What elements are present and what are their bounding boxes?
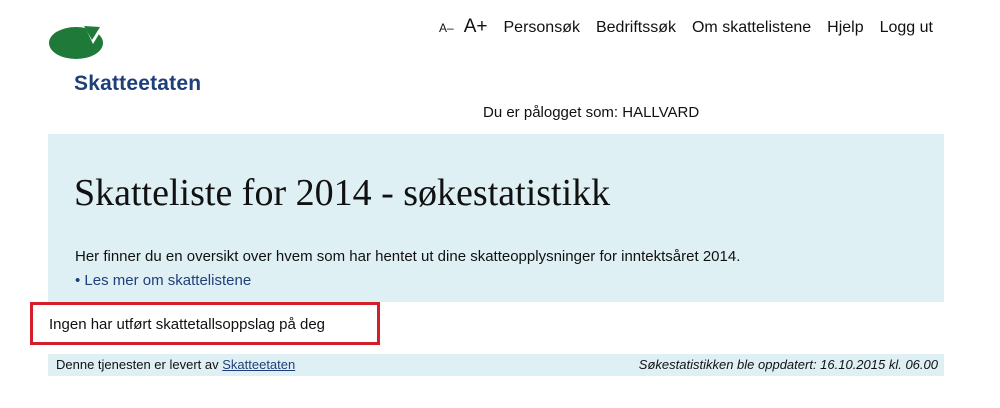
- nav-hjelp[interactable]: Hjelp: [827, 19, 863, 37]
- footer-provided-by: Denne tjenesten er levert av Skatteetate…: [56, 357, 295, 372]
- increase-font-size-button[interactable]: A+: [464, 16, 488, 38]
- nav-personsok[interactable]: Personsøk: [504, 19, 580, 37]
- bullet-icon: •: [75, 272, 85, 289]
- page-title: Skatteliste for 2014 - søkestatistikk: [74, 172, 611, 214]
- skatteetaten-logo[interactable]: Skatteetaten: [48, 20, 202, 100]
- decrease-font-size-button[interactable]: A–: [439, 21, 454, 35]
- footer-provider-link[interactable]: Skatteetaten: [222, 357, 295, 372]
- result-message: Ingen har utført skattetallsoppslag på d…: [49, 316, 326, 333]
- logo-text: Skatteetaten: [74, 72, 202, 95]
- nav-om-skattelistene[interactable]: Om skattelistene: [692, 19, 811, 37]
- hero-panel: Skatteliste for 2014 - søkestatistikk He…: [48, 134, 944, 302]
- footer-updated: Søkestatistikken ble oppdatert: 16.10.20…: [638, 357, 938, 372]
- footer: Denne tjenesten er levert av Skatteetate…: [48, 354, 944, 376]
- intro-text: Her finner du en oversikt over hvem som …: [75, 248, 741, 265]
- read-more-link[interactable]: • Les mer om skattelistene: [75, 272, 251, 289]
- read-more-label: Les mer om skattelistene: [84, 272, 252, 289]
- nav-bedriftssok[interactable]: Bedriftssøk: [596, 19, 676, 37]
- logo-leaf-icon: [49, 22, 105, 59]
- login-status: Du er pålogget som: HALLVARD: [483, 104, 700, 121]
- top-navigation: A– A+ Personsøk Bedriftssøk Om skattelis…: [439, 16, 933, 38]
- nav-logg-ut[interactable]: Logg ut: [880, 19, 933, 37]
- footer-provided-label: Denne tjenesten er levert av: [56, 357, 219, 372]
